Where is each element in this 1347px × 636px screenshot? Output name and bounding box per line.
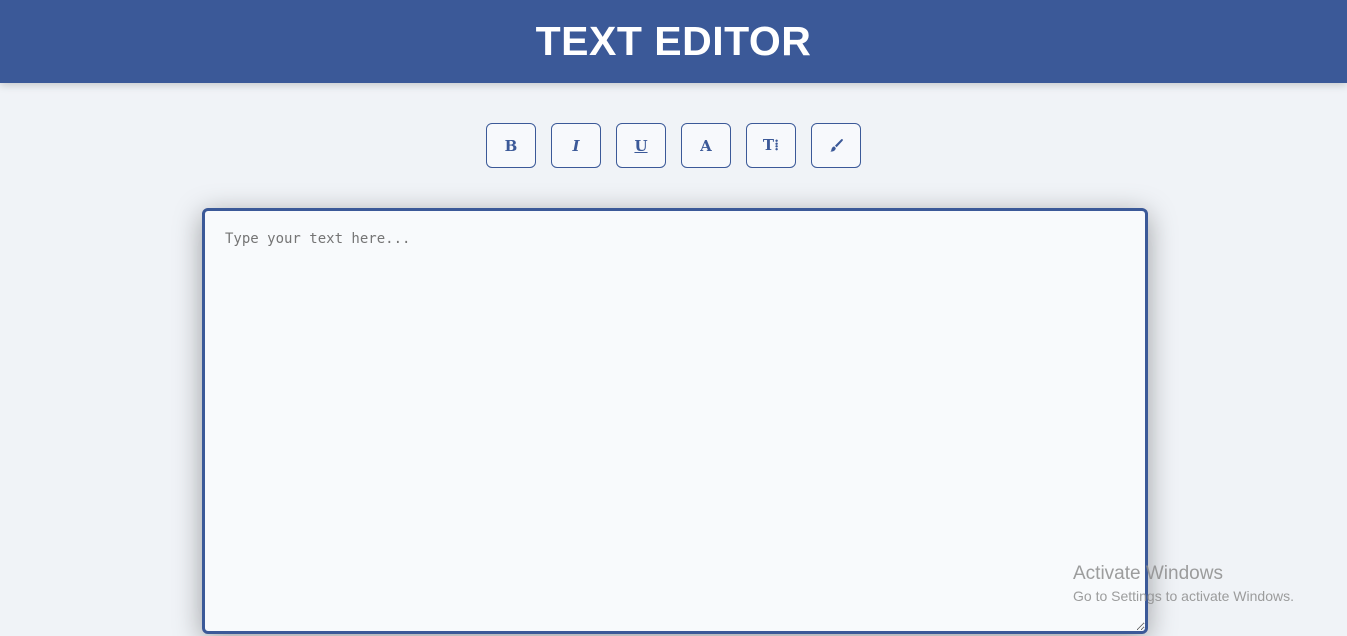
- watermark-title: Activate Windows: [1073, 563, 1223, 584]
- paint-brush-icon: [828, 138, 844, 154]
- bold-button[interactable]: B: [486, 123, 536, 168]
- app-header: TEXT EDITOR: [0, 0, 1347, 83]
- bold-icon: B: [504, 136, 518, 155]
- italic-button[interactable]: I: [551, 123, 601, 168]
- underline-icon: U: [634, 136, 648, 155]
- activate-windows-watermark: Activate Windows Go to Settings to activ…: [1073, 562, 1294, 606]
- page-title: TEXT EDITOR: [535, 18, 812, 64]
- italic-icon: I: [572, 136, 580, 155]
- font-size-icon: T⁞: [762, 136, 780, 154]
- font-color-button[interactable]: A: [681, 123, 731, 168]
- editor-container: [202, 208, 1148, 634]
- font-size-button[interactable]: T⁞: [746, 123, 796, 168]
- paint-brush-button[interactable]: [811, 123, 861, 168]
- formatting-toolbar: B I U A T⁞: [0, 123, 1347, 168]
- watermark-subtitle: Go to Settings to activate Windows.: [1073, 588, 1294, 604]
- underline-button[interactable]: U: [616, 123, 666, 168]
- font-color-icon: A: [700, 136, 712, 155]
- text-editor-area[interactable]: [205, 211, 1145, 631]
